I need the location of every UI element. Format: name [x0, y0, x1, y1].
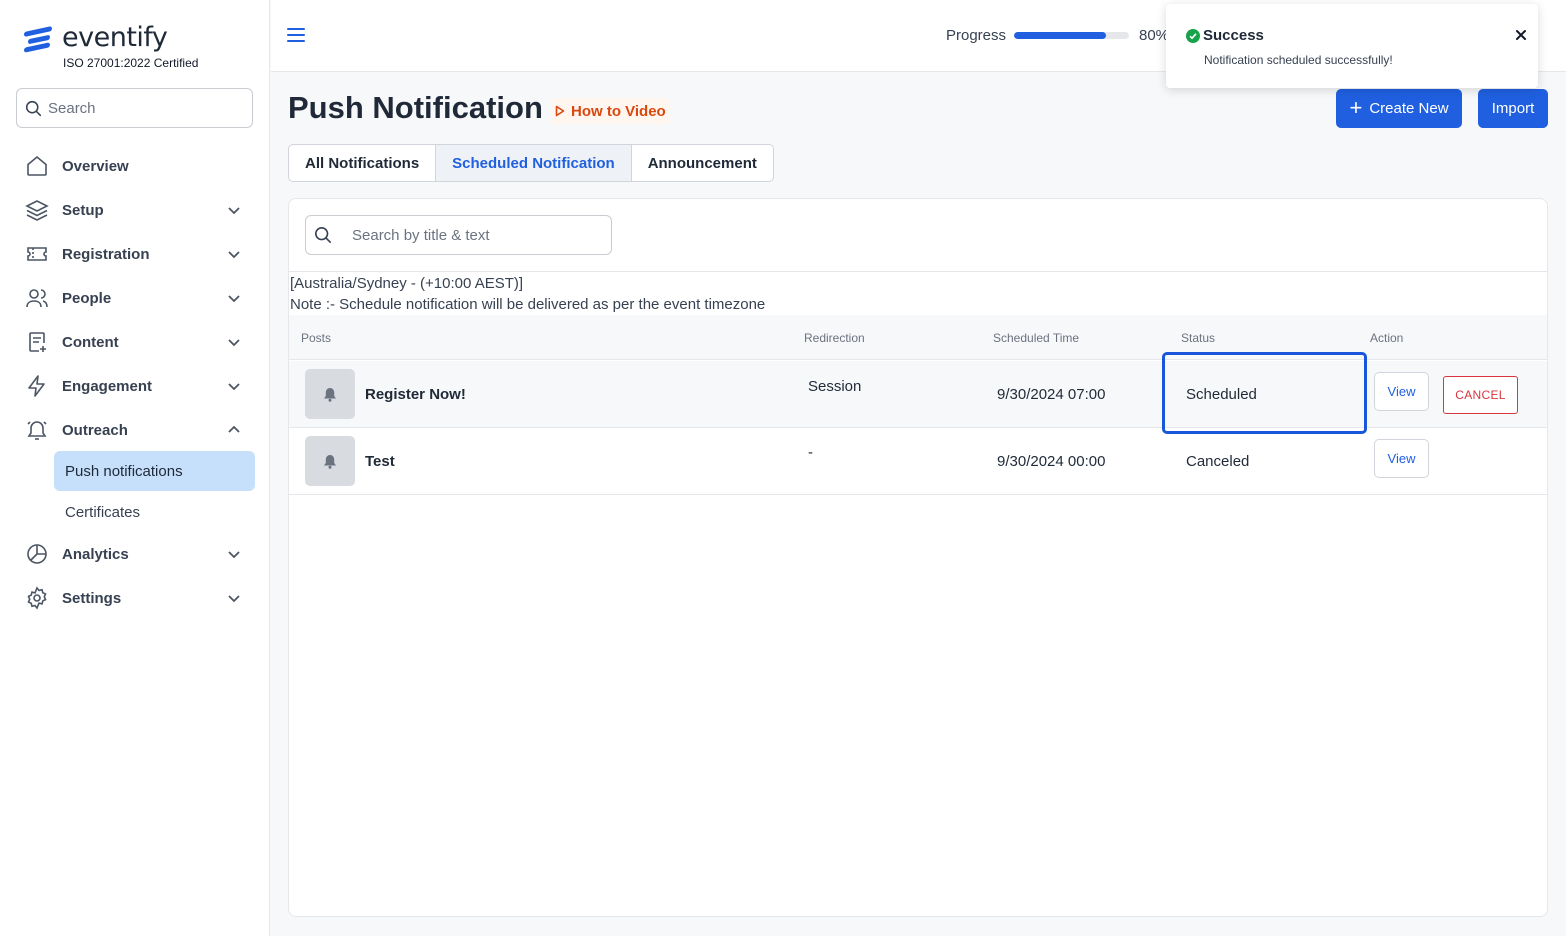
sidebar-item-label: Settings [62, 589, 122, 607]
scheduled-time-value: 9/30/2024 00:00 [997, 453, 1106, 470]
view-button[interactable]: View [1374, 439, 1429, 478]
home-icon [24, 153, 50, 179]
redirection-value: Session [808, 378, 862, 395]
column-header-status: Status [1181, 331, 1216, 345]
users-icon [24, 285, 50, 311]
notification-tabs: All Notifications Scheduled Notification… [288, 144, 774, 182]
redirection-value: - [808, 444, 813, 461]
sidebar-search [16, 88, 253, 128]
create-new-label: Create New [1369, 100, 1449, 117]
plus-icon: + [1349, 94, 1363, 120]
progress-label: Progress [946, 27, 1007, 44]
bell-icon [324, 454, 336, 469]
sidebar-item-overview[interactable]: Overview [24, 148, 246, 184]
chevron-down-icon [228, 595, 240, 603]
sidebar-item-outreach[interactable]: Outreach [24, 412, 246, 448]
certification-label: ISO 27001:2022 Certified [63, 56, 199, 70]
progress-bar-fill [1014, 32, 1106, 39]
sidebar-item-settings[interactable]: Settings [24, 580, 246, 616]
timezone-note: Note :- Schedule notification will be de… [290, 296, 766, 313]
scheduled-time-value: 9/30/2024 07:00 [997, 386, 1106, 403]
how-to-video-link[interactable]: How to Video [551, 98, 670, 124]
search-icon [314, 226, 332, 244]
tab-announcement[interactable]: Announcement [632, 145, 773, 181]
progress-bar [1014, 32, 1129, 39]
logo-mark-icon [24, 25, 54, 53]
tab-all-notifications[interactable]: All Notifications [289, 145, 437, 181]
sidebar-item-label: Registration [62, 245, 150, 263]
notification-title: Test [365, 453, 395, 470]
document-plus-icon [24, 329, 50, 355]
brand-name: eventify [62, 22, 168, 53]
sidebar-item-registration[interactable]: Registration [24, 236, 246, 272]
divider [289, 271, 1547, 272]
timezone-label: [Australia/Sydney - (+10:00 AEST)] [290, 275, 524, 292]
sidebar-item-content[interactable]: Content [24, 324, 246, 360]
sidebar-item-label: Overview [62, 157, 129, 175]
check-circle-icon [1186, 29, 1200, 43]
how-to-video-label: How to Video [571, 102, 666, 120]
layers-icon [24, 197, 50, 223]
sidebar-item-label: Setup [62, 201, 104, 219]
sidebar-item-label: Outreach [62, 421, 128, 439]
column-header-redirection: Redirection [804, 331, 865, 345]
table-row[interactable]: Register Now! Session 9/30/2024 07:00 Sc… [289, 361, 1547, 428]
chevron-down-icon [228, 207, 240, 215]
sidebar-item-label: Engagement [62, 377, 153, 395]
notification-thumbnail [305, 369, 355, 419]
chevron-down-icon [228, 339, 240, 347]
cancel-button[interactable]: CANCEL [1443, 376, 1518, 414]
pie-chart-icon [24, 541, 50, 567]
ticket-icon [24, 241, 50, 267]
play-icon [555, 105, 565, 117]
toast-message: Notification scheduled successfully! [1204, 53, 1393, 67]
table-search [305, 215, 612, 255]
search-icon [25, 100, 42, 116]
chevron-down-icon [228, 551, 240, 559]
column-header-posts: Posts [301, 331, 332, 345]
sidebar-item-analytics[interactable]: Analytics [24, 536, 246, 572]
table-row[interactable]: Test - 9/30/2024 00:00 Canceled View [289, 428, 1547, 495]
success-toast: Success Notification scheduled successfu… [1166, 4, 1538, 88]
chevron-down-icon [228, 383, 240, 391]
column-header-scheduled-time: Scheduled Time [993, 331, 1080, 345]
tab-scheduled-notification[interactable]: Scheduled Notification [436, 145, 632, 181]
bell-icon [324, 387, 336, 402]
sidebar-item-label: People [62, 289, 112, 307]
table-header: Posts Redirection Scheduled Time Status … [289, 315, 1547, 360]
notification-title: Register Now! [365, 386, 466, 403]
notification-thumbnail [305, 436, 355, 486]
close-icon[interactable] [1514, 28, 1528, 42]
lightning-icon [24, 373, 50, 399]
menu-toggle-icon[interactable] [287, 28, 305, 44]
sidebar-search-input[interactable] [48, 99, 238, 117]
import-button[interactable]: Import [1478, 89, 1548, 128]
create-new-button[interactable]: + Create New [1336, 89, 1462, 128]
toast-title: Success [1203, 27, 1264, 44]
logo[interactable]: eventify [24, 22, 168, 53]
table-search-input[interactable] [352, 226, 602, 244]
sidebar: eventify ISO 27001:2022 Certified Overvi… [0, 0, 270, 936]
status-value: Scheduled [1186, 386, 1257, 403]
sidebar-item-setup[interactable]: Setup [24, 192, 246, 228]
chevron-up-icon [228, 425, 240, 433]
column-header-action: Action [1370, 331, 1404, 345]
notifications-card: [Australia/Sydney - (+10:00 AEST)] Note … [288, 198, 1548, 917]
chevron-down-icon [228, 251, 240, 259]
sidebar-item-people[interactable]: People [24, 280, 246, 316]
chevron-down-icon [228, 295, 240, 303]
sidebar-item-engagement[interactable]: Engagement [24, 368, 246, 404]
sidebar-subitem-certificates[interactable]: Certificates [54, 492, 255, 532]
sidebar-subitem-push-notifications[interactable]: Push notifications [54, 451, 255, 491]
sidebar-item-label: Analytics [62, 545, 129, 563]
gear-icon [24, 585, 50, 611]
page-title: Push Notification [288, 90, 543, 125]
status-value: Canceled [1186, 453, 1250, 470]
sidebar-item-label: Content [62, 333, 119, 351]
bell-icon [24, 417, 50, 443]
progress-percent: 80% [1139, 27, 1170, 44]
view-button[interactable]: View [1374, 372, 1429, 411]
